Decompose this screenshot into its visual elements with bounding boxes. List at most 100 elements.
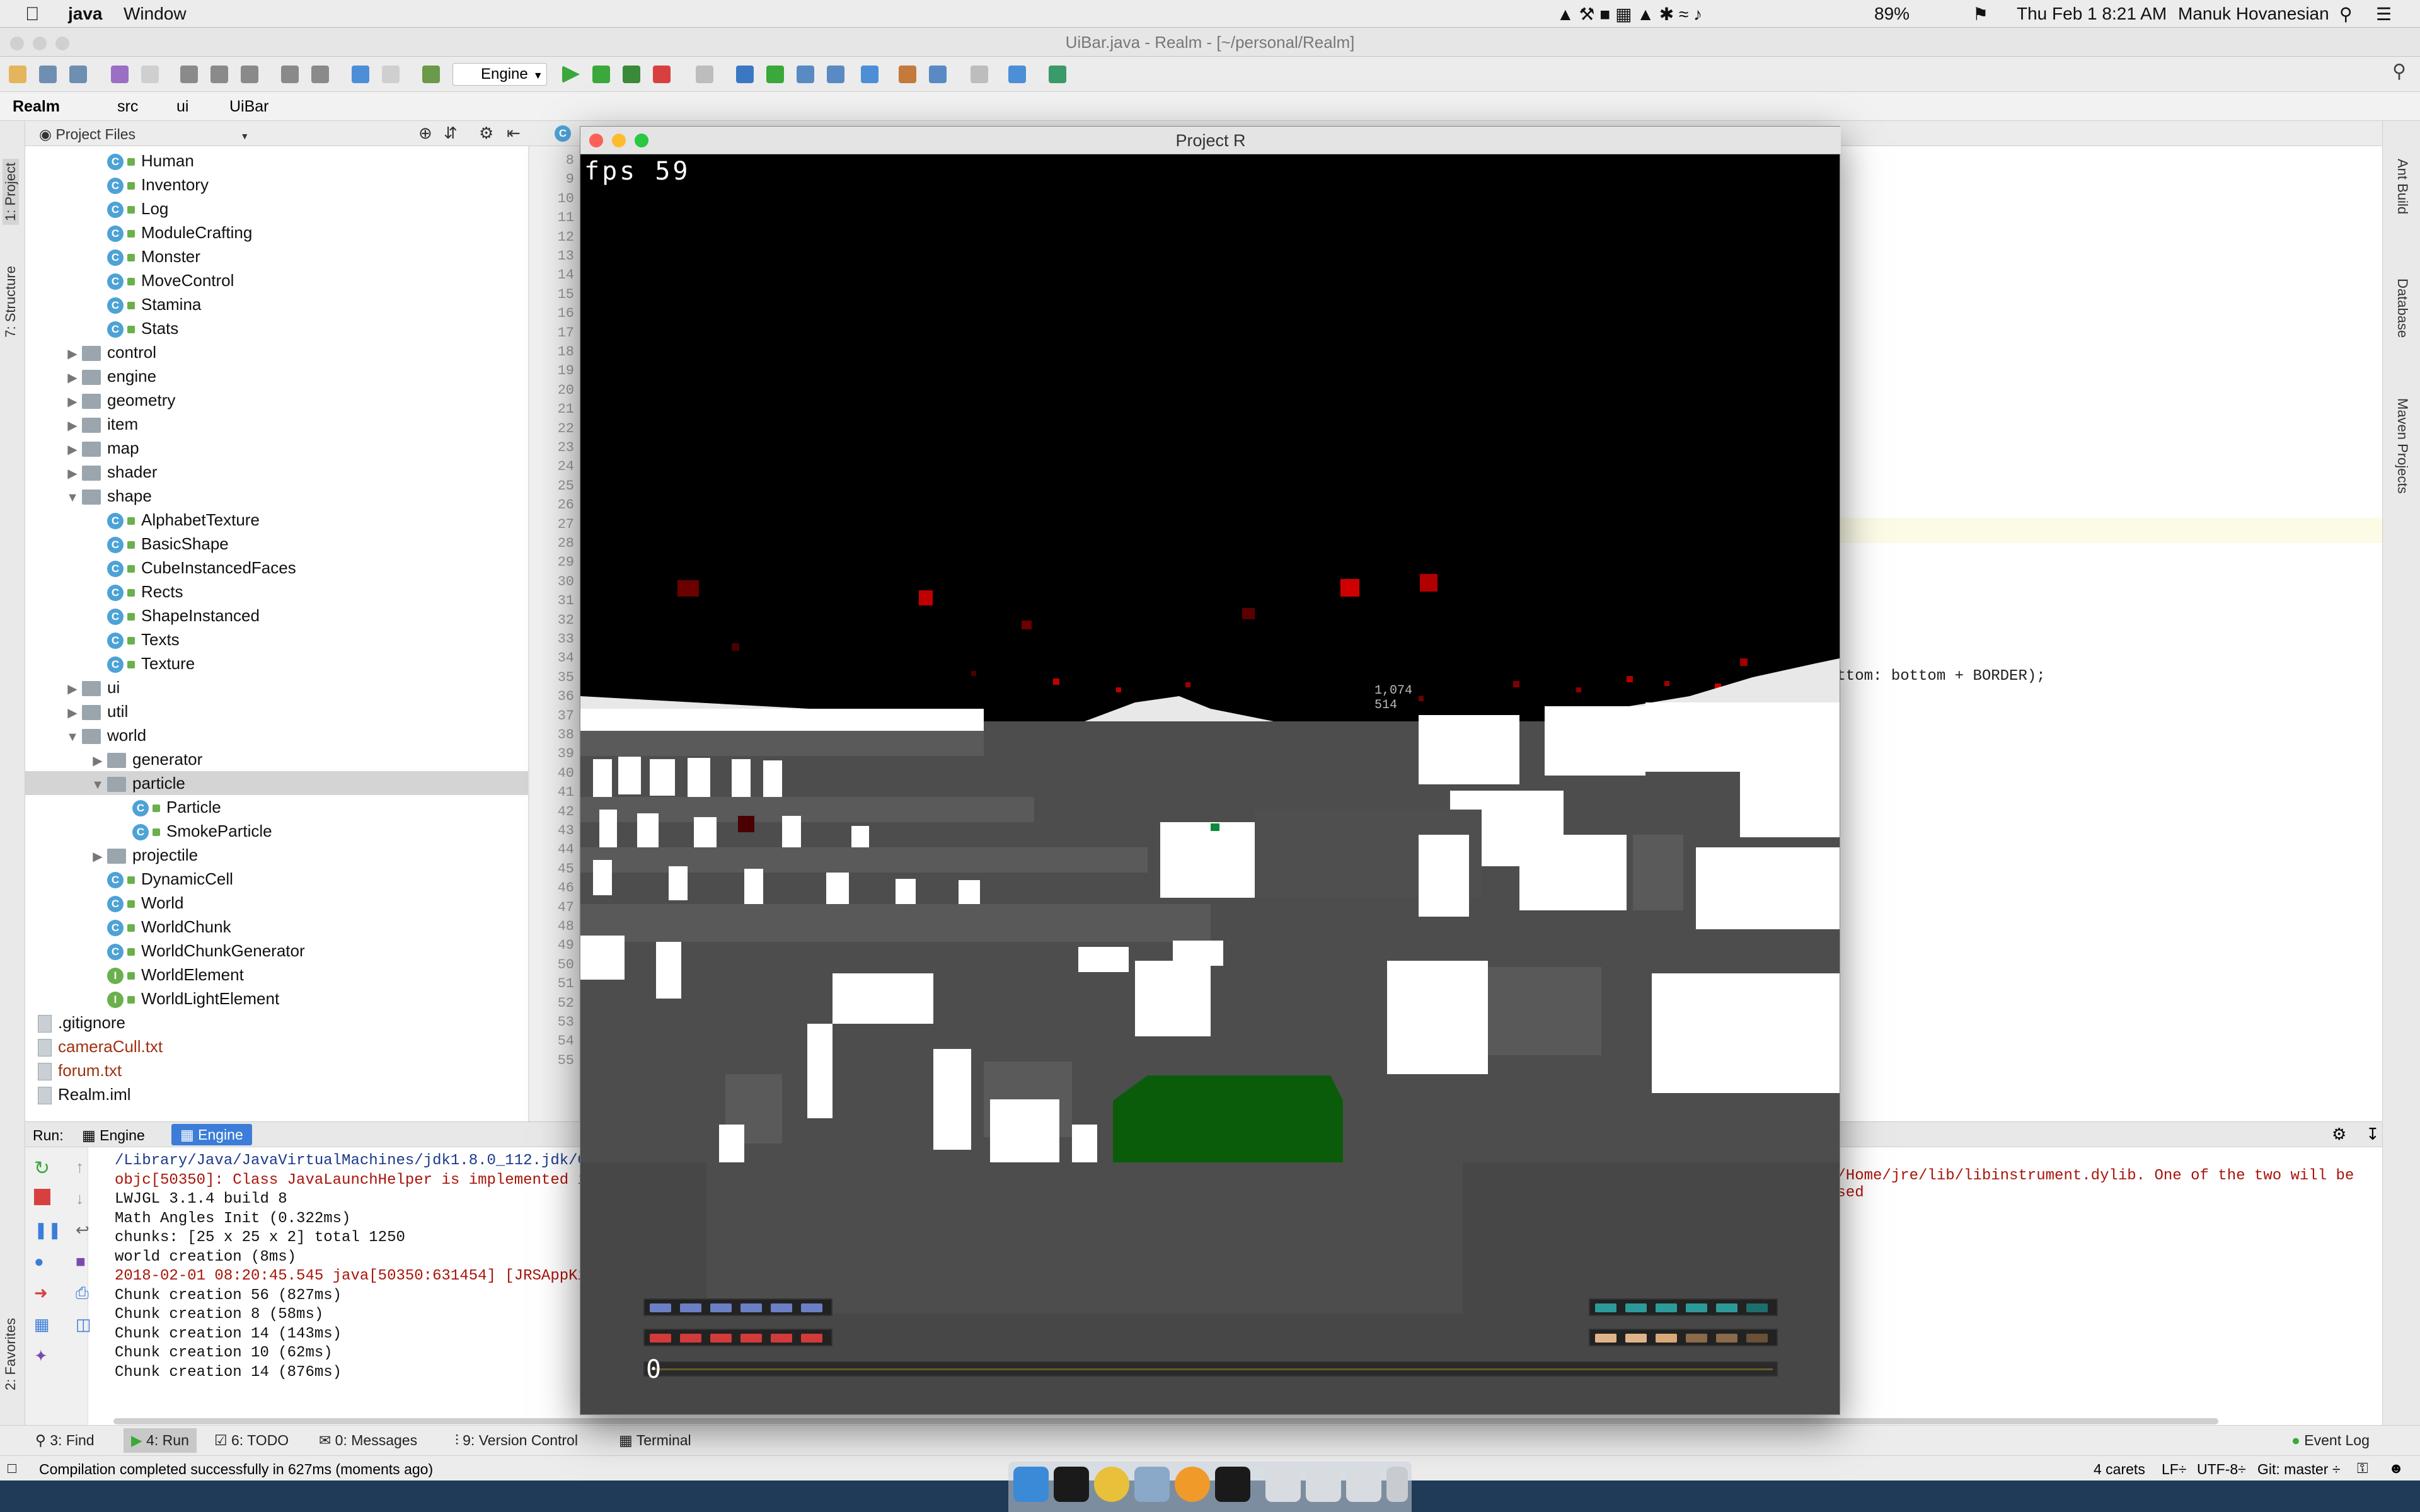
expand-arrow-icon[interactable]: ▶	[63, 701, 82, 725]
vcs-commit-icon[interactable]	[766, 66, 784, 83]
vcs-update-icon[interactable]	[736, 66, 754, 83]
tree-item[interactable]: C CubeInstancedFaces	[25, 556, 528, 580]
tree-item[interactable]: ▶ util	[25, 699, 528, 723]
breadcrumb-ui[interactable]: ui	[176, 98, 188, 116]
cut-icon[interactable]	[180, 66, 198, 83]
tab-database[interactable]: Database	[2394, 278, 2411, 338]
run-tab-engine-2[interactable]: ▦ Engine	[171, 1124, 252, 1145]
tree-item[interactable]: ▶ ui	[25, 675, 528, 699]
inspector-icon[interactable]: ☻	[2388, 1460, 2404, 1477]
tab-favorites[interactable]: 2: Favorites	[3, 1318, 19, 1390]
tree-item[interactable]: ▶ geometry	[25, 388, 528, 412]
tree-item[interactable]: ▶ generator	[25, 747, 528, 771]
expand-arrow-icon[interactable]: ▶	[88, 749, 107, 773]
revert-icon[interactable]	[861, 66, 879, 83]
forward-icon[interactable]	[382, 66, 400, 83]
gear-icon[interactable]: ⚙	[479, 123, 493, 143]
run-config-select[interactable]: Engine ▼	[452, 63, 547, 86]
user-name[interactable]: Manuk Hovanesian	[2178, 4, 2329, 24]
app-icon-orange[interactable]	[1175, 1467, 1210, 1502]
hide-panel-icon[interactable]: ⇤	[507, 123, 521, 143]
plugin-icon[interactable]	[1049, 66, 1066, 83]
expand-arrow-icon[interactable]: ▶	[63, 342, 82, 366]
tree-item[interactable]: I WorldLightElement	[25, 987, 528, 1011]
camera-icon[interactable]: ●	[34, 1252, 44, 1271]
finder-icon[interactable]	[1013, 1467, 1049, 1502]
event-log[interactable]: ● Event Log	[2291, 1432, 2370, 1449]
tree-item[interactable]: ▼ shape	[25, 484, 528, 508]
status-square-icon[interactable]: □	[8, 1460, 16, 1477]
tree-item[interactable]: C Log	[25, 197, 528, 220]
settings-icon[interactable]	[899, 66, 916, 83]
java-icon[interactable]	[1134, 1467, 1170, 1502]
code-fragment[interactable]: ottom: bottom + BORDER);	[1828, 668, 2046, 685]
tree-item[interactable]: ▶ engine	[25, 364, 528, 388]
tree-item[interactable]: C Texts	[25, 627, 528, 651]
tree-item[interactable]: Realm.iml	[25, 1082, 528, 1106]
expand-arrow-icon[interactable]: ▶	[63, 414, 82, 438]
stop-disabled-icon[interactable]	[696, 66, 713, 83]
tree-item[interactable]: C Monster	[25, 244, 528, 268]
line-separator[interactable]: LF÷	[2162, 1461, 2186, 1478]
tab-messages[interactable]: ✉ 0: Messages	[319, 1432, 417, 1449]
expand-arrow-icon[interactable]: ▶	[63, 366, 82, 390]
carets-count[interactable]: 4 carets	[2094, 1461, 2145, 1478]
lock-icon[interactable]: ⚿	[2357, 1460, 2368, 1477]
intellij-icon[interactable]	[1054, 1467, 1089, 1502]
hotbar[interactable]	[643, 1361, 1778, 1377]
tree-item[interactable]: C World	[25, 891, 528, 915]
rerun-icon[interactable]: ↻	[34, 1157, 50, 1179]
exit-icon[interactable]: ➜	[34, 1283, 48, 1303]
copy-icon[interactable]	[210, 66, 228, 83]
apple-icon[interactable]: 	[25, 4, 40, 25]
vcs-compare-icon[interactable]	[827, 66, 844, 83]
expand-arrow-icon[interactable]: ▼	[63, 725, 82, 749]
tree-item[interactable]: C AlphabetTexture	[25, 508, 528, 532]
game-canvas[interactable]: fps 59 1,074 514 0	[580, 154, 1840, 1414]
gear-icon[interactable]: ⚙	[2332, 1125, 2346, 1144]
undo-icon[interactable]	[111, 66, 129, 83]
close-button[interactable]	[10, 37, 24, 50]
folder-icon[interactable]	[1346, 1467, 1381, 1502]
expand-arrow-icon[interactable]: ▶	[88, 845, 107, 869]
debug-icon[interactable]	[592, 66, 610, 83]
minimize-button[interactable]	[33, 37, 47, 50]
sync-icon[interactable]	[69, 66, 87, 83]
tree-item[interactable]: C ModuleCrafting	[25, 220, 528, 244]
tree-item[interactable]: ▶ shader	[25, 460, 528, 484]
tree-item[interactable]: forum.txt	[25, 1058, 528, 1082]
downloads-icon[interactable]	[1306, 1467, 1341, 1502]
stop-icon[interactable]	[34, 1189, 50, 1205]
tree-item[interactable]: C BasicShape	[25, 532, 528, 556]
tree-item[interactable]: C Rects	[25, 580, 528, 604]
open-icon[interactable]	[9, 66, 26, 83]
tree-item[interactable]: I WorldElement	[25, 963, 528, 987]
down-icon[interactable]: ↓	[76, 1189, 84, 1208]
tree-item[interactable]: C Particle	[25, 795, 528, 819]
search-everywhere-icon[interactable]: ⚲	[2392, 60, 2410, 82]
paste-icon[interactable]	[241, 66, 258, 83]
tab-todo[interactable]: ☑ 6: TODO	[214, 1432, 289, 1449]
clock[interactable]: Thu Feb 1 8:21 AM	[2017, 4, 2167, 24]
minimize-button[interactable]	[612, 134, 626, 147]
tree-item[interactable]: C DynamicCell	[25, 867, 528, 891]
run-icon[interactable]	[562, 66, 580, 83]
tree-item[interactable]: C Human	[25, 149, 528, 173]
collapse-icon[interactable]: ⇵	[444, 123, 458, 143]
tree-item[interactable]: ▼ particle	[25, 771, 528, 795]
tab-ant-build[interactable]: Ant Build	[2394, 159, 2411, 214]
expand-arrow-icon[interactable]: ▶	[63, 390, 82, 414]
stop-icon[interactable]	[653, 66, 671, 83]
tree-item[interactable]: ▶ control	[25, 340, 528, 364]
tree-item[interactable]: cameraCull.txt	[25, 1034, 528, 1058]
tree-item[interactable]: C Stamina	[25, 292, 528, 316]
tab-version-control[interactable]: ⫶ 9: Version Control	[455, 1432, 578, 1449]
help-icon[interactable]	[1008, 66, 1026, 83]
locate-icon[interactable]: ⊕	[418, 123, 432, 143]
pin-icon[interactable]: ✦	[34, 1346, 48, 1366]
close-button[interactable]	[589, 134, 603, 147]
tree-item[interactable]: C WorldChunkGenerator	[25, 939, 528, 963]
expand-arrow-icon[interactable]: ▶	[63, 462, 82, 486]
window-menu[interactable]: Window	[124, 4, 187, 24]
run-tab-engine-1[interactable]: ▦ Engine	[82, 1127, 145, 1144]
